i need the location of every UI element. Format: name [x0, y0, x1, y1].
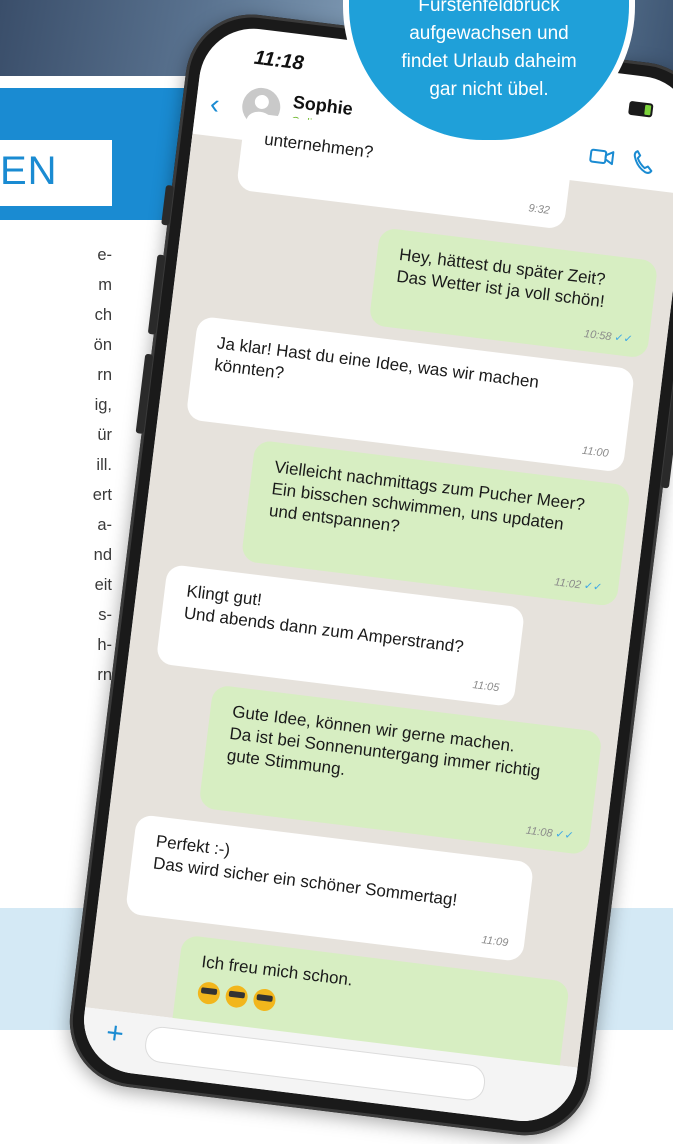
message-time: 11:08 ✓✓: [525, 820, 575, 848]
quote-line: gar nicht übel.: [429, 79, 549, 100]
sunglasses-sun-emoji: [196, 980, 222, 1006]
page-heading: EN: [0, 149, 58, 193]
video-icon[interactable]: [587, 144, 615, 169]
message-timestamp: 11:09: [480, 934, 509, 950]
sunglasses-sun-emoji: [252, 987, 277, 1013]
article-line: s-: [98, 606, 112, 624]
message-time: 10:58 ✓✓: [583, 323, 634, 351]
article-line: ert: [92, 486, 112, 504]
article-column: e-m ch ön rn ig, ür ill. ert a-nd eit s-h-rn: [0, 240, 112, 690]
read-receipt-icon: ✓✓: [583, 579, 603, 595]
quote-line: Fürstenfeldbrück: [418, 0, 560, 16]
article-line: e-: [97, 246, 112, 264]
clock: 11:18: [252, 46, 305, 75]
message-timestamp: 11:08: [525, 824, 554, 840]
chat-area[interactable]: unternehmen? 9:32 Hey, hättest du später Z…: [85, 112, 673, 1102]
article-line: h-: [97, 636, 112, 654]
quote-line: aufgewachsen und: [409, 23, 569, 44]
message-timestamp: 11:00: [581, 444, 610, 460]
article-line: eit: [94, 576, 112, 594]
read-receipt-icon: ✓✓: [554, 828, 575, 843]
message-time: 9:32: [527, 197, 551, 221]
article-line: a-: [97, 516, 112, 534]
chevron-left-icon[interactable]: ‹: [208, 88, 221, 120]
quote-line: findet Urlaub daheim: [401, 51, 577, 72]
message-time: 11:05: [471, 674, 500, 699]
article-line: m: [98, 276, 112, 294]
plus-icon[interactable]: +: [104, 1016, 125, 1051]
outgoing-message[interactable]: Hey, hättest du später Zeit? Das Wetter i…: [368, 227, 659, 359]
volume-down-button: [135, 353, 154, 435]
message-time: 11:09: [480, 929, 509, 954]
message-timestamp: 9:32: [527, 202, 551, 217]
article-line: rn: [97, 366, 112, 384]
phone-icon[interactable]: [629, 147, 656, 176]
article-line: rn: [97, 666, 112, 684]
read-receipt-icon: ✓✓: [613, 331, 634, 346]
article-line: ür: [97, 426, 112, 444]
message-timestamp: 11:05: [471, 679, 500, 695]
message-time: 11:00: [581, 440, 610, 465]
article-line: ch: [94, 306, 112, 324]
article-line: nd: [93, 546, 112, 564]
message-time: 11:02 ✓✓: [553, 571, 603, 599]
battery-icon: [628, 100, 654, 118]
article-line: ill.: [96, 456, 112, 474]
article-line: ön: [93, 336, 112, 354]
message-timestamp: 11:02: [553, 576, 582, 592]
message-timestamp: 10:58: [583, 328, 613, 344]
sunglasses-sun-emoji: [224, 984, 249, 1009]
volume-up-button: [147, 254, 166, 335]
article-line: ig,: [94, 396, 112, 414]
